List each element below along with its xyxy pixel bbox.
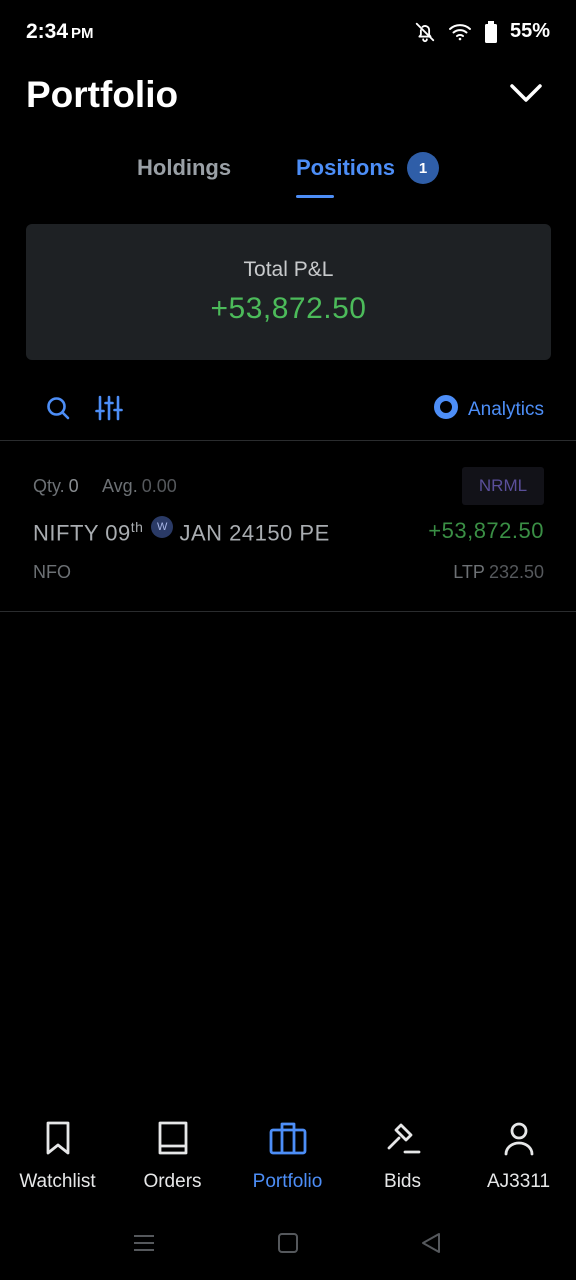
positions-count-badge: 1: [407, 152, 439, 184]
position-avg: Avg. 0.00: [102, 476, 177, 497]
ltp-label: LTP: [453, 562, 485, 582]
position-ltp: LTP 232.50: [453, 562, 544, 583]
page-title: Portfolio: [26, 74, 179, 115]
search-icon: [44, 397, 72, 426]
nav-label-profile: AJ3311: [486, 1171, 551, 1192]
bell-off-icon: [414, 21, 436, 43]
user-icon: [502, 1120, 536, 1161]
nav-label-watchlist: Watchlist: [19, 1171, 96, 1192]
status-ampm: PM: [71, 25, 94, 42]
nav-watchlist[interactable]: Watchlist: [0, 1120, 115, 1193]
back-button[interactable]: [420, 1232, 442, 1259]
home-button[interactable]: [277, 1232, 299, 1259]
nav-bids[interactable]: Bids: [345, 1120, 460, 1193]
avg-label: Avg.: [102, 476, 138, 496]
symbol-prefix: NIFTY 09: [33, 520, 131, 546]
position-symbol: NIFTY 09th W JAN 24150 PE: [33, 516, 330, 546]
account-switch-button[interactable]: [506, 80, 546, 110]
analytics-label: Analytics: [467, 398, 544, 420]
status-bar: 2:34 PM 55%: [0, 0, 576, 66]
portfolio-tabs: Holdings Positions 1: [0, 150, 576, 200]
divider: [0, 611, 576, 612]
qty-value: 0: [68, 476, 79, 496]
search-button[interactable]: [44, 394, 72, 427]
position-qty: Qty. 0: [33, 476, 79, 497]
wifi-icon: [448, 22, 472, 42]
positions-toolbar: Analytics: [0, 388, 576, 428]
total-pnl-value: +53,872.50: [210, 292, 367, 325]
nav-label-portfolio: Portfolio: [252, 1171, 323, 1192]
position-exchange: NFO: [33, 562, 71, 582]
bottom-navigation: Watchlist Orders Portfolio Bids AJ3311: [0, 1120, 576, 1210]
position-row[interactable]: Qty. 0 Avg. 0.00 NRML NIFTY 09th W JAN 24150…: [0, 442, 576, 612]
nav-orders[interactable]: Orders: [115, 1120, 230, 1193]
briefcase-icon: [269, 1120, 307, 1161]
total-pnl-label: Total P&L: [243, 258, 334, 281]
gavel-icon: [385, 1120, 421, 1161]
nav-label-orders: Orders: [143, 1171, 202, 1192]
square-icon: [277, 1233, 299, 1258]
qty-label: Qty.: [33, 476, 65, 496]
bookmark-icon: [43, 1120, 73, 1161]
status-time: 2:34 PM: [26, 20, 94, 44]
divider: [0, 440, 576, 441]
avg-value: 0.00: [141, 476, 177, 496]
recents-button[interactable]: [133, 1232, 155, 1259]
weekly-expiry-badge: W: [151, 516, 174, 538]
product-badge: NRML: [462, 467, 544, 505]
sliders-icon: [95, 395, 123, 426]
nav-portfolio[interactable]: Portfolio: [230, 1120, 345, 1193]
nav-profile[interactable]: AJ3311: [461, 1120, 576, 1193]
status-time-value: 2:34: [26, 20, 69, 43]
total-pnl-card: Total P&L +53,872.50: [26, 224, 551, 360]
position-pnl: +53,872.50: [428, 518, 544, 543]
analytics-button[interactable]: Analytics: [433, 394, 544, 425]
nav-label-bids: Bids: [384, 1171, 421, 1192]
status-icons: 55%: [414, 20, 550, 43]
back-triangle-icon: [420, 1233, 442, 1258]
battery-icon: [484, 20, 498, 43]
analytics-icon: [433, 394, 459, 425]
ltp-value: 232.50: [488, 562, 544, 582]
book-icon: [157, 1120, 189, 1161]
menu-icon: [133, 1235, 155, 1258]
active-tab-indicator: [296, 195, 334, 198]
tab-holdings[interactable]: Holdings: [137, 155, 231, 181]
system-navigation-bar: [0, 1220, 576, 1270]
symbol-suffix: JAN 24150 PE: [179, 520, 330, 546]
symbol-superscript: th: [130, 519, 144, 535]
battery-percentage: 55%: [509, 20, 550, 42]
chevron-down-icon: [509, 83, 543, 108]
tab-positions[interactable]: Positions: [296, 155, 395, 181]
filter-button[interactable]: [95, 394, 123, 427]
